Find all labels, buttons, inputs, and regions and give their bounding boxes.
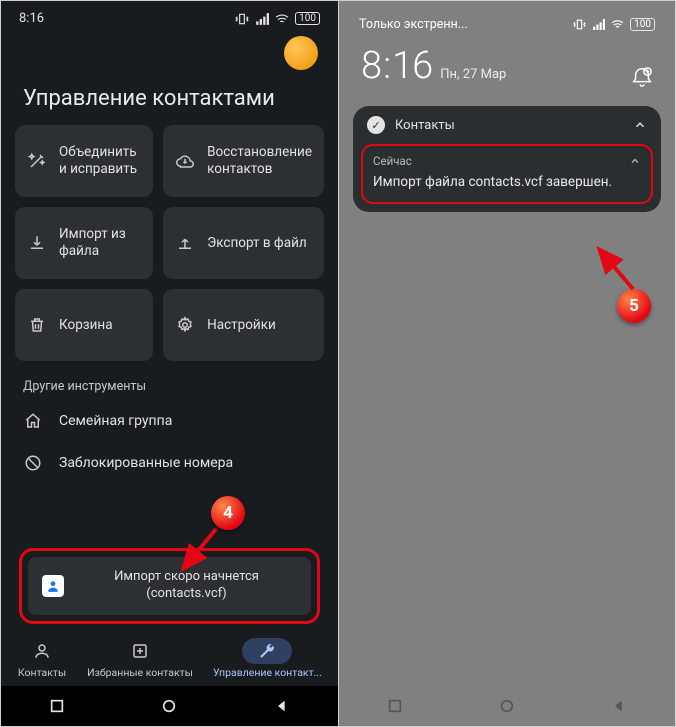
- battery-icon: 100: [630, 18, 655, 31]
- nav-home-icon[interactable]: [499, 698, 515, 714]
- tab-manage[interactable]: Управление контакт...: [213, 638, 322, 679]
- gear-icon: [175, 316, 195, 334]
- tab-label: Контакты: [18, 666, 66, 679]
- tile-label: Экспорт в файл: [207, 235, 307, 252]
- tile-label: Объединить и исправить: [59, 144, 141, 178]
- tab-favorites[interactable]: Избранные контакты: [87, 638, 193, 679]
- avatar-row: [1, 30, 338, 76]
- nav-recent-icon[interactable]: [387, 698, 403, 714]
- signal-icon: [255, 12, 269, 26]
- wrench-icon: [242, 638, 292, 664]
- notification-message: Импорт файла contacts.vcf завершен.: [373, 174, 641, 190]
- page-title: Управление контактами: [1, 76, 338, 125]
- carrier-text: Только экстренн...: [359, 17, 468, 32]
- other-tools-label: Другие инструменты: [1, 361, 338, 400]
- vibrate-icon: [235, 12, 249, 26]
- import-toast[interactable]: Импорт скоро начнется(contacts.vcf): [28, 557, 311, 615]
- person-icon: [17, 638, 67, 664]
- tile-export-file[interactable]: Экспорт в файл: [163, 207, 324, 279]
- chevron-up-icon: [629, 155, 641, 167]
- avatar[interactable]: [284, 36, 318, 70]
- tab-label: Управление контакт...: [213, 666, 322, 679]
- callout-4-highlight: Импорт скоро начнется(contacts.vcf): [19, 548, 320, 624]
- wand-icon: [27, 152, 47, 170]
- contacts-app-icon: [42, 575, 64, 597]
- android-navbar: [339, 686, 675, 726]
- battery-icon: 100: [295, 12, 320, 25]
- download-icon: [27, 234, 47, 252]
- status-bar: 8:16 100: [1, 1, 338, 30]
- notification-time-row: Сейчас: [373, 154, 641, 168]
- row-label: Заблокированные номера: [59, 455, 233, 471]
- wifi-icon: [611, 18, 624, 31]
- tile-merge-fix[interactable]: Объединить и исправить: [15, 125, 153, 197]
- nav-home-icon[interactable]: [161, 698, 177, 714]
- vibrate-icon: [573, 18, 586, 31]
- row-blocked-numbers[interactable]: Заблокированные номера: [1, 442, 338, 484]
- phone-left-manage-contacts: 8:16 100 Управление контактами Объединит…: [1, 1, 339, 726]
- tile-label: Восстановление контактов: [207, 144, 312, 178]
- lock-clock: 8:16: [361, 44, 432, 88]
- row-family-group[interactable]: Семейная группа: [1, 400, 338, 442]
- callout-5-highlight: Сейчас Импорт файла contacts.vcf заверше…: [361, 144, 653, 204]
- nav-recent-icon[interactable]: [49, 698, 65, 714]
- bottom-tabs: Контакты Избранные контакты Управление кон…: [1, 630, 338, 686]
- status-icons: 100: [573, 18, 655, 31]
- check-icon: ✓: [367, 116, 385, 134]
- tile-import-file[interactable]: Импорт из файла: [15, 207, 153, 279]
- notification-app-name: Контакты: [395, 118, 623, 133]
- tile-restore[interactable]: Восстановление контактов: [163, 125, 324, 197]
- phone-right-lockscreen: Только экстренн... 100 8:16 Пн, 27 Мар ✓: [339, 1, 675, 726]
- addbox-icon: [115, 638, 165, 664]
- row-label: Семейная группа: [59, 413, 172, 429]
- lock-date: Пн, 27 Мар: [440, 67, 506, 88]
- toast-text: Импорт скоро начнется(contacts.vcf): [76, 569, 297, 603]
- callout-5-badge: 5: [617, 289, 651, 323]
- clock-row: 8:16 Пн, 27 Мар: [339, 40, 675, 102]
- callout-5-arrow: [585, 241, 645, 296]
- home-icon: [23, 412, 43, 430]
- cloud-icon: [175, 152, 195, 170]
- nav-back-icon[interactable]: [274, 698, 290, 714]
- status-icons: 100: [235, 12, 320, 26]
- tile-label: Корзина: [59, 317, 113, 334]
- upload-icon: [175, 234, 195, 252]
- alarm-icon[interactable]: [631, 66, 653, 88]
- wifi-icon: [275, 12, 289, 26]
- trash-icon: [27, 316, 47, 334]
- callout-4-badge: 4: [211, 496, 245, 530]
- tab-label: Избранные контакты: [87, 666, 193, 679]
- chevron-up-icon: [633, 118, 647, 132]
- tab-contacts[interactable]: Контакты: [17, 638, 67, 679]
- notification-header[interactable]: ✓ Контакты: [353, 106, 661, 144]
- android-navbar: [1, 686, 338, 726]
- tile-trash[interactable]: Корзина: [15, 289, 153, 361]
- tile-label: Настройки: [207, 317, 276, 334]
- block-icon: [23, 454, 43, 472]
- status-bar: Только экстренн... 100: [339, 1, 675, 40]
- tile-label: Импорт из файла: [59, 226, 141, 260]
- tile-settings[interactable]: Настройки: [163, 289, 324, 361]
- signal-icon: [592, 18, 605, 31]
- nav-back-icon[interactable]: [611, 698, 627, 714]
- notification-card[interactable]: ✓ Контакты Сейчас Импорт файла contacts.…: [353, 106, 661, 212]
- status-time: 8:16: [19, 11, 44, 26]
